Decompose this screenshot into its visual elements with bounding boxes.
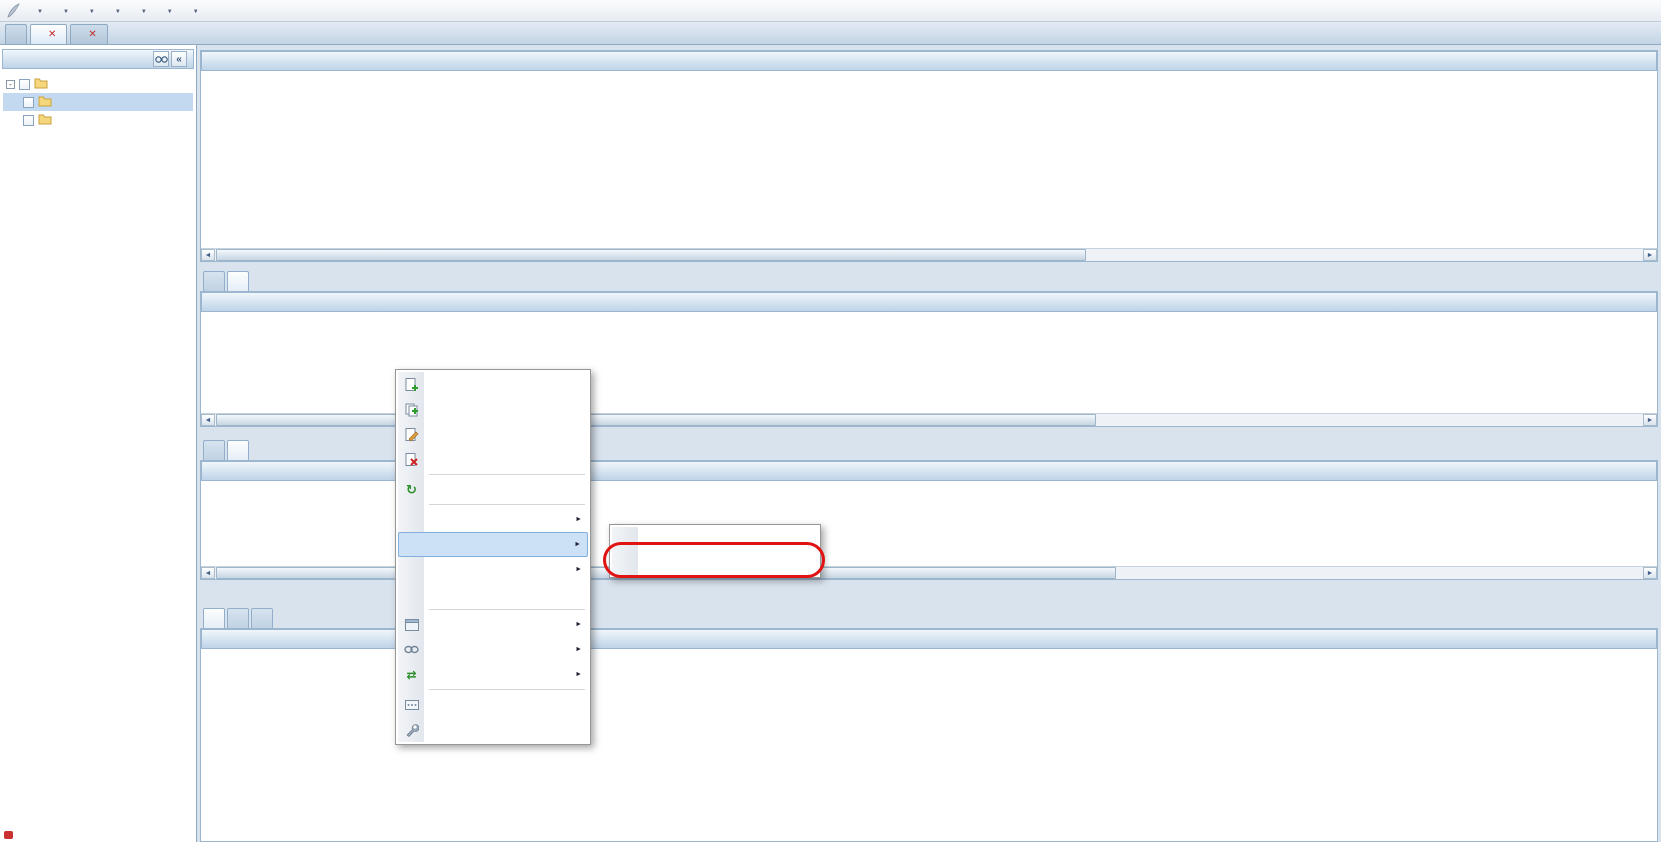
menu-item-extensions[interactable]: ►: [398, 612, 588, 637]
submenu-arrow-icon: ►: [575, 621, 582, 628]
delete-doc-icon: [402, 453, 421, 467]
menu-item-delete[interactable]: [398, 447, 588, 472]
chevron-down-icon: ▼: [141, 9, 147, 15]
menu-separator: [429, 689, 585, 690]
tab-project-stages[interactable]: [227, 271, 249, 291]
add-doc-icon: [402, 378, 421, 392]
menu-item-citk-cost-code[interactable]: [398, 582, 588, 607]
extensions-icon: [402, 619, 421, 631]
tab-desktop[interactable]: [5, 24, 27, 44]
tab-stage-works[interactable]: [227, 440, 249, 460]
close-icon[interactable]: ✕: [48, 30, 56, 40]
refresh-icon: ↻: [402, 483, 421, 496]
tab-project-change-history[interactable]: [203, 271, 225, 291]
chevron-down-icon: ▼: [193, 9, 199, 15]
scroll-left-icon[interactable]: ◄: [201, 414, 215, 426]
duplicate-doc-icon: [402, 403, 421, 417]
links-icon: [402, 645, 421, 654]
stages-subtabs: [200, 269, 249, 291]
chevron-down-icon: ▼: [63, 9, 69, 15]
submenu-arrow-icon: ►: [575, 566, 582, 573]
folder-icon: [38, 113, 52, 128]
menubar-item-functions[interactable]: ▼: [103, 1, 129, 21]
folder-icon: [34, 77, 48, 92]
toolbar-icon: [402, 699, 421, 711]
node-checkbox[interactable]: [19, 79, 30, 90]
tree-node-niokr-goz[interactable]: [3, 93, 193, 111]
submenu-arrow-icon: ►: [575, 516, 582, 523]
menubar-item-help[interactable]: ▼: [181, 1, 207, 21]
tree-node-projects[interactable]: -: [3, 75, 193, 93]
menu-item-toolbar[interactable]: [398, 692, 588, 717]
works-subtabs: [200, 438, 249, 460]
tab-consumed-resources[interactable]: [251, 608, 273, 628]
menu-item-refresh[interactable]: ↻: [398, 477, 588, 502]
menubar: ▼ ▼ ▼ ▼ ▼ ▼ ▼: [0, 0, 1661, 22]
hierarchy-sidebar: « -: [0, 45, 197, 842]
window-tabbar: ✕ ✕: [0, 22, 1661, 45]
stages-panel-title: [201, 292, 1657, 312]
chevron-down-icon: ▼: [37, 9, 43, 15]
scroll-right-icon[interactable]: ►: [1643, 414, 1657, 426]
menu-separator: [429, 474, 585, 475]
chevron-down-icon: ▼: [167, 9, 173, 15]
scroll-right-icon[interactable]: ►: [1643, 249, 1657, 261]
menu-separator: [429, 504, 585, 505]
menu-item-formation[interactable]: ►: [398, 532, 588, 557]
menubar-item-dictionaries[interactable]: ▼: [155, 1, 181, 21]
search-icon[interactable]: [153, 51, 169, 67]
menu-item-state[interactable]: ►: [398, 507, 588, 532]
node-checkbox[interactable]: [23, 115, 34, 126]
app-logo-icon: [3, 2, 23, 20]
menubar-item-accounting[interactable]: ▼: [77, 1, 103, 21]
submenu-arrow-icon: ►: [575, 646, 582, 653]
menubar-item-reports[interactable]: ▼: [129, 1, 155, 21]
status-indicator: [4, 831, 13, 839]
node-checkbox[interactable]: [23, 97, 34, 108]
close-icon[interactable]: ✕: [88, 30, 96, 40]
tab-projects[interactable]: ✕: [30, 24, 67, 44]
submenu-item-contract-external-executor[interactable]: [612, 527, 818, 551]
menu-separator: [429, 609, 585, 610]
menu-item-view[interactable]: ►: [398, 557, 588, 582]
formation-submenu: [609, 524, 821, 578]
tab-predecessors[interactable]: [227, 608, 249, 628]
tab-work-change-history[interactable]: [203, 608, 225, 628]
sidebar-header: «: [2, 49, 194, 69]
horizontal-scrollbar[interactable]: ◄ ►: [201, 248, 1657, 261]
exchange-icon: ⇄: [402, 669, 421, 681]
chevron-down-icon: ▼: [89, 9, 95, 15]
projects-panel-title: [201, 51, 1657, 71]
menubar-item-file[interactable]: ▼: [25, 1, 51, 21]
hierarchy-tree: -: [3, 75, 193, 129]
menu-item-exchange[interactable]: ⇄ ►: [398, 662, 588, 687]
folder-icon: [38, 95, 52, 110]
chevron-down-icon: ▼: [115, 9, 121, 15]
menu-item-add[interactable]: [398, 372, 588, 397]
menu-item-links[interactable]: ►: [398, 637, 588, 662]
settings-wrench-icon: [402, 723, 421, 737]
tab-pup-instructions[interactable]: ✕: [70, 24, 107, 44]
scrollbar-thumb[interactable]: [216, 414, 1096, 426]
scrollbar-thumb[interactable]: [216, 249, 1086, 261]
collapse-node-icon[interactable]: -: [6, 80, 15, 89]
tab-stage-change-history[interactable]: [203, 440, 225, 460]
menu-item-edit[interactable]: [398, 422, 588, 447]
menubar-item-documents[interactable]: ▼: [51, 1, 77, 21]
edit-doc-icon: [402, 428, 421, 442]
tree-node-other[interactable]: [3, 111, 193, 129]
submenu-arrow-icon: ►: [575, 671, 582, 678]
scroll-left-icon[interactable]: ◄: [201, 567, 215, 579]
submenu-arrow-icon: ►: [574, 541, 581, 548]
projects-panel: ◄ ►: [200, 50, 1658, 262]
menu-item-duplicate[interactable]: [398, 397, 588, 422]
collapse-sidebar-icon[interactable]: «: [171, 51, 187, 67]
scroll-right-icon[interactable]: ►: [1643, 567, 1657, 579]
projects-table: [201, 71, 1657, 248]
scroll-left-icon[interactable]: ◄: [201, 249, 215, 261]
menu-item-settings[interactable]: [398, 717, 588, 742]
history-subtabs: [200, 606, 273, 628]
submenu-item-contract-external-customer[interactable]: [612, 551, 818, 575]
context-menu: ↻ ► ► ► ► ► ⇄ ►: [395, 369, 591, 745]
